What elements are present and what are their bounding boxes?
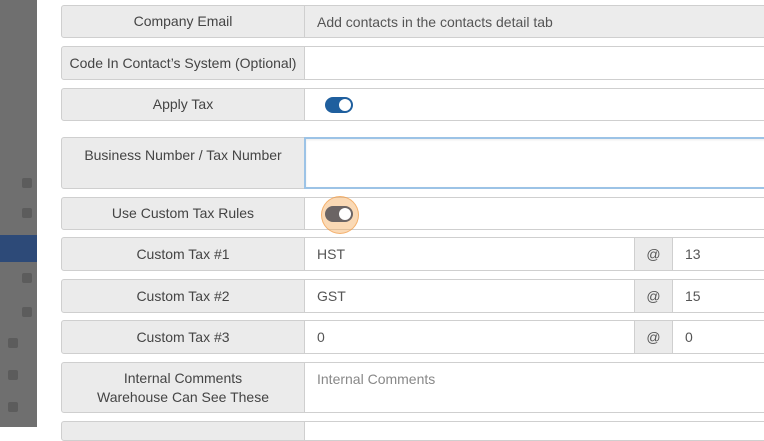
custom-tax-rules-label: Use Custom Tax Rules: [61, 197, 305, 230]
custom-tax-rules-toggle[interactable]: [325, 205, 353, 222]
custom-tax-2-rate-input[interactable]: 15: [673, 279, 764, 313]
at-symbol: @: [635, 237, 673, 271]
company-email-value: Add contacts in the contacts detail tab: [305, 5, 764, 38]
sidebar-active-item: [0, 235, 37, 262]
sidebar-icon: [22, 307, 32, 317]
business-number-input[interactable]: [304, 137, 764, 189]
company-email-label: Company Email: [61, 5, 305, 38]
at-symbol: @: [635, 279, 673, 313]
internal-comments-label: Internal Comments Warehouse Can See Thes…: [61, 362, 305, 413]
sidebar-icon: [8, 370, 18, 380]
contact-code-label: Code In Contact’s System (Optional): [61, 46, 305, 80]
business-number-label: Business Number / Tax Number: [61, 137, 305, 189]
toggle-knob: [339, 207, 351, 220]
custom-tax-3-rate-input[interactable]: 0: [673, 320, 764, 354]
custom-tax-row-3: Custom Tax #3 0 @ 0: [61, 320, 764, 354]
custom-tax-1-rate-input[interactable]: 13: [673, 237, 764, 271]
sidebar-icon: [8, 338, 18, 348]
contact-code-row: Code In Contact’s System (Optional): [61, 46, 764, 80]
next-row-partial: [61, 421, 764, 441]
custom-tax-row-1: Custom Tax #1 HST @ 13: [61, 237, 764, 271]
custom-tax-3-label: Custom Tax #3: [61, 320, 305, 354]
internal-comments-row: Internal Comments Warehouse Can See Thes…: [61, 362, 764, 413]
toggle-knob: [339, 98, 351, 111]
custom-tax-3-name-input[interactable]: 0: [305, 320, 635, 354]
contact-code-input[interactable]: [305, 46, 764, 80]
business-number-row: Business Number / Tax Number: [61, 137, 764, 189]
sidebar-icon: [22, 208, 32, 218]
internal-comments-label-line2: Warehouse Can See These: [97, 388, 269, 405]
custom-tax-rules-cell: [305, 195, 764, 234]
sidebar-icon: [8, 402, 18, 412]
apply-tax-cell: [305, 88, 764, 121]
company-email-row: Company Email Add contacts in the contac…: [61, 5, 764, 38]
next-row-label: [61, 421, 305, 441]
apply-tax-row: Apply Tax: [61, 88, 764, 121]
contact-form-modal: Company Email Add contacts in the contac…: [37, 0, 764, 441]
next-row-value: [305, 421, 764, 441]
custom-tax-rules-row: Use Custom Tax Rules: [61, 195, 764, 234]
custom-tax-2-name-input[interactable]: GST: [305, 279, 635, 313]
internal-comments-label-line1: Internal Comments: [123, 369, 243, 386]
internal-comments-textarea[interactable]: Internal Comments: [305, 362, 764, 413]
at-symbol: @: [635, 320, 673, 354]
apply-tax-toggle[interactable]: [325, 96, 353, 113]
custom-tax-row-2: Custom Tax #2 GST @ 15: [61, 279, 764, 313]
custom-tax-1-label: Custom Tax #1: [61, 237, 305, 271]
sidebar-background: [0, 0, 37, 427]
custom-tax-2-label: Custom Tax #2: [61, 279, 305, 313]
apply-tax-label: Apply Tax: [61, 88, 305, 121]
custom-tax-1-name-input[interactable]: HST: [305, 237, 635, 271]
sidebar-icon: [22, 178, 32, 188]
sidebar-icon: [22, 273, 32, 283]
